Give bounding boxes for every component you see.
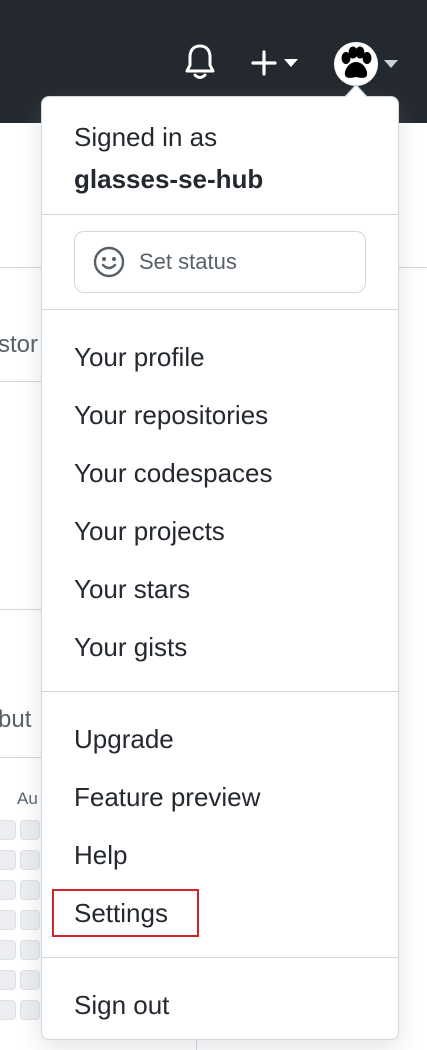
smiley-icon [93, 246, 125, 278]
menu-item-sign-out[interactable]: Sign out [74, 988, 169, 1022]
menu-divider [42, 214, 398, 215]
bg-divider [0, 381, 41, 382]
contribution-cell [0, 940, 16, 960]
bg-divider [196, 1040, 197, 1050]
bg-divider [0, 757, 41, 758]
contribution-cell [20, 850, 40, 870]
contribution-cell [20, 820, 40, 840]
contribution-cell [0, 820, 16, 840]
create-new-button[interactable] [250, 46, 306, 80]
menu-item-feature-preview[interactable]: Feature preview [74, 780, 260, 814]
notifications-button[interactable] [184, 42, 218, 82]
contribution-cell [20, 940, 40, 960]
bell-icon [185, 44, 215, 79]
plus-icon [251, 50, 277, 76]
menu-item-your-gists[interactable]: Your gists [74, 630, 187, 664]
menu-item-your-projects[interactable]: Your projects [74, 514, 225, 548]
contribution-cell [0, 970, 16, 990]
contribution-cell [20, 880, 40, 900]
paw-avatar-icon [341, 46, 372, 78]
menu-item-your-stars[interactable]: Your stars [74, 572, 190, 606]
menu-divider [42, 691, 398, 692]
menu-item-upgrade[interactable]: Upgrade [74, 722, 174, 756]
set-status-label: Set status [139, 249, 237, 274]
user-dropdown-menu: Signed in as glasses-se-hub Set status Y… [41, 96, 399, 1040]
menu-pointer-fill [345, 86, 367, 98]
contribution-cell [20, 1000, 40, 1020]
menu-divider [42, 309, 398, 310]
username[interactable]: glasses-se-hub [74, 163, 263, 195]
contribution-cell [0, 910, 16, 930]
contribution-cell [20, 910, 40, 930]
menu-item-your-codespaces[interactable]: Your codespaces [74, 456, 273, 490]
menu-item-help[interactable]: Help [74, 838, 127, 872]
menu-item-your-repositories[interactable]: Your repositories [74, 398, 268, 432]
contribution-cell [20, 970, 40, 990]
avatar [334, 42, 378, 86]
bg-text-fragment: but [0, 706, 32, 733]
chevron-down-icon [384, 60, 398, 68]
bg-divider [0, 609, 41, 610]
signed-in-label: Signed in as [74, 122, 218, 152]
set-status-button[interactable]: Set status [74, 231, 366, 293]
menu-item-settings[interactable]: Settings [74, 896, 168, 930]
contribution-cell [0, 850, 16, 870]
chevron-down-icon [284, 59, 298, 67]
bg-month-label: Au [17, 789, 38, 808]
menu-item-your-profile[interactable]: Your profile [74, 340, 205, 374]
contribution-cell [0, 1000, 16, 1020]
menu-divider [42, 957, 398, 958]
bg-text-fragment: stor [0, 331, 39, 358]
contribution-cell [0, 880, 16, 900]
signed-in-header: Signed in as glasses-se-hub [74, 121, 263, 195]
user-menu-button[interactable] [334, 40, 404, 88]
